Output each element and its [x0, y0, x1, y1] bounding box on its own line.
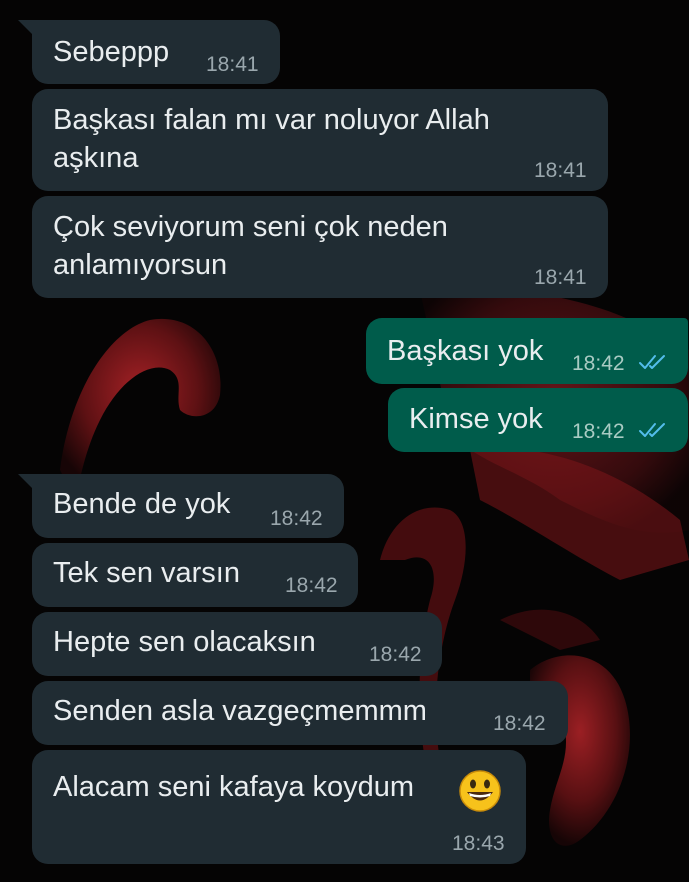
message-text-line-1: Çok seviyorum seni çok neden: [53, 211, 448, 243]
read-double-check-icon: [639, 355, 665, 369]
incoming-message[interactable]: Sebeppp 18:41: [32, 20, 280, 84]
incoming-message[interactable]: Tek sen varsın 18:42: [32, 543, 358, 607]
incoming-message[interactable]: Çok seviyorum seni çok neden anlamıyorsu…: [32, 196, 608, 298]
message-text: Sebeppp: [53, 36, 170, 68]
message-text: Bende de yok: [53, 488, 231, 520]
incoming-message[interactable]: Bende de yok 18:42: [32, 474, 344, 538]
message-time: 18:42: [493, 712, 546, 735]
message-text-line-1: Başkası falan mı var noluyor Allah: [53, 104, 490, 136]
message-text-line-2: anlamıyorsun: [53, 249, 228, 281]
message-text: Tek sen varsın: [53, 557, 240, 589]
message-text: Hepte sen olacaksın: [53, 626, 316, 658]
grinning-face-emoji-icon: [459, 770, 501, 812]
message-text: Senden asla vazgeçmemmm: [53, 695, 427, 727]
read-double-check-icon: [639, 423, 665, 437]
incoming-message[interactable]: Alacam seni kafaya koydum 18:43: [32, 750, 526, 864]
message-time: 18:41: [206, 53, 259, 76]
message-time: 18:42: [270, 507, 323, 530]
message-time: 18:41: [534, 159, 587, 182]
incoming-message[interactable]: Hepte sen olacaksın 18:42: [32, 612, 442, 676]
outgoing-message[interactable]: Kimse yok 18:42: [388, 388, 688, 452]
outgoing-message[interactable]: Başkası yok 18:42: [366, 318, 688, 384]
message-time: 18:42: [285, 574, 338, 597]
message-text: Alacam seni kafaya koydum: [53, 771, 415, 803]
message-time: 18:41: [534, 266, 587, 289]
message-time: 18:42: [572, 352, 625, 375]
message-text: Başkası yok: [387, 335, 544, 367]
incoming-message[interactable]: Başkası falan mı var noluyor Allah aşkın…: [32, 89, 608, 191]
message-text: Kimse yok: [409, 403, 543, 435]
message-time: 18:42: [572, 420, 625, 443]
message-time: 18:42: [369, 643, 422, 666]
message-time: 18:43: [452, 832, 505, 855]
incoming-message[interactable]: Senden asla vazgeçmemmm 18:42: [32, 681, 568, 745]
message-text-line-2: aşkına: [53, 142, 139, 174]
